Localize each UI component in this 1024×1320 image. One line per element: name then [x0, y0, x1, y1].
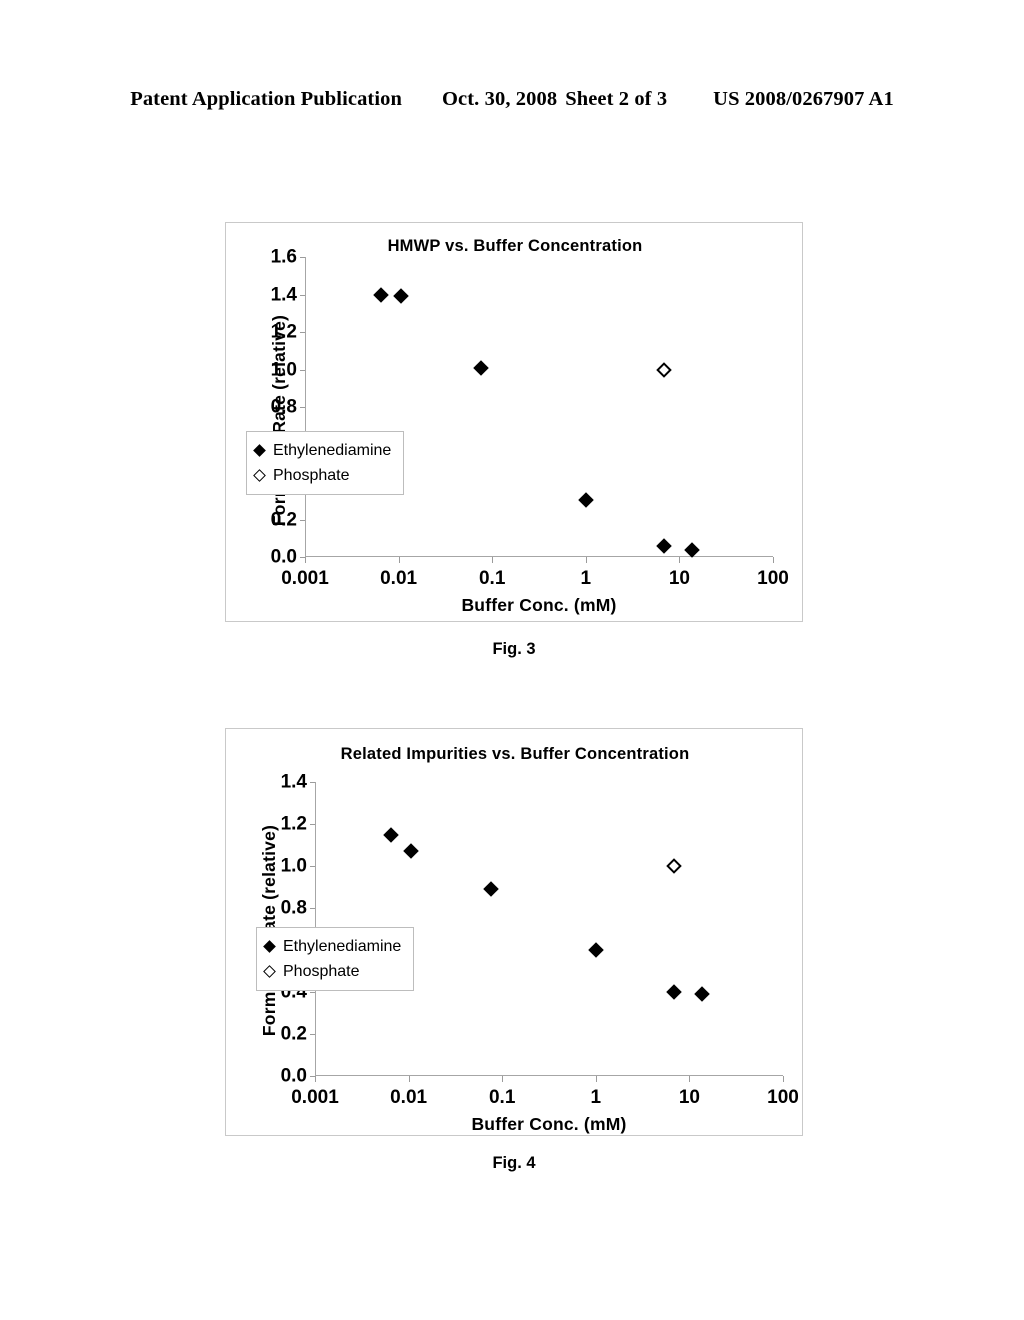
- chart-title: Related Impurities vs. Buffer Concentrat…: [340, 745, 690, 763]
- x-axis-tick: [595, 1076, 597, 1082]
- x-axis-title: Buffer Conc. (mM): [461, 595, 617, 615]
- chart-legend: Ethylenediamine Phosphate: [256, 927, 415, 991]
- y-axis-tick: [300, 257, 305, 258]
- data-point-phosphate: [665, 858, 682, 874]
- y-axis-tick: [300, 369, 305, 371]
- data-point-ethylenediamine: [578, 492, 594, 508]
- x-axis-tick: [492, 557, 494, 563]
- x-axis-tick: [585, 557, 587, 563]
- x-axis-tick: [679, 557, 681, 563]
- chart-frame-hmwp: HMWP vs. Buffer Concentration Buffer Con…: [225, 222, 803, 622]
- x-axis-tick-label: 0.01: [380, 568, 418, 589]
- data-point-ethylenediamine: [402, 843, 419, 860]
- x-axis-tick: [783, 1076, 784, 1082]
- x-axis-tick-label: 100: [757, 568, 789, 589]
- y-axis-tick: [310, 1034, 315, 1035]
- y-axis-tick: [310, 824, 315, 825]
- x-axis-tick-label: 10: [668, 568, 690, 589]
- data-point-ethylenediamine: [482, 881, 499, 897]
- y-axis-tick-label: 0.2: [280, 1023, 307, 1045]
- data-point-ethylenediamine: [383, 826, 399, 843]
- data-point-ethylenediamine: [693, 986, 710, 1002]
- legend-item-phosphate: Phosphate: [263, 959, 401, 984]
- header-date-label: Oct. 30, 2008: [442, 88, 558, 110]
- page-header: Patent Application Publication Oct. 30, …: [0, 88, 1024, 118]
- x-axis-tick-label: 0.1: [488, 1087, 516, 1108]
- y-axis-tick-label: 1.4: [280, 771, 307, 793]
- figure-3: HMWP vs. Buffer Concentration Buffer Con…: [225, 222, 803, 659]
- figure-caption: Fig. 4: [492, 1154, 536, 1172]
- y-axis-tick-label: 0.8: [280, 897, 307, 919]
- y-axis-tick-label: 1.2: [280, 813, 307, 835]
- x-axis-tick-label: 0.001: [291, 1087, 339, 1108]
- header-publication-label: Patent Application Publication: [130, 88, 403, 110]
- x-axis-tick: [408, 1076, 410, 1082]
- data-point-ethylenediamine: [665, 984, 682, 1000]
- legend-item-phosphate: Phosphate: [253, 463, 391, 488]
- x-axis-tick: [398, 557, 400, 563]
- chart-legend: Ethylenediamine Phosphate: [246, 431, 405, 495]
- legend-label: Ethylenediamine: [273, 441, 392, 459]
- filled-diamond-icon: [263, 940, 276, 953]
- y-axis-tick: [300, 294, 305, 296]
- x-axis-tick: [502, 1076, 504, 1082]
- x-axis-tick-label: 0.01: [390, 1087, 428, 1108]
- y-axis-tick: [300, 332, 305, 333]
- x-axis-tick-label: 1: [580, 568, 592, 589]
- x-axis-tick-label: 0.1: [478, 568, 506, 589]
- header-sheet-label: Sheet 2 of 3: [565, 88, 668, 110]
- x-axis-tick: [689, 1076, 691, 1082]
- data-point-ethylenediamine: [588, 942, 604, 958]
- x-axis-line: [315, 1075, 783, 1076]
- x-axis-tick: [773, 557, 774, 563]
- y-axis-tick: [300, 519, 305, 521]
- figure-caption: Fig. 3: [492, 640, 536, 658]
- open-diamond-icon: [253, 469, 266, 482]
- y-axis-tick: [310, 908, 315, 909]
- legend-label: Phosphate: [283, 962, 360, 980]
- y-axis-tick: [310, 782, 315, 783]
- y-axis-tick-label: 0.0: [270, 546, 297, 568]
- y-axis-tick-label: 0.0: [280, 1065, 307, 1087]
- data-point-ethylenediamine: [392, 288, 409, 305]
- data-point-ethylenediamine: [655, 537, 672, 554]
- legend-item-ethylenediamine: Ethylenediamine: [263, 934, 402, 959]
- legend-item-ethylenediamine: Ethylenediamine: [253, 438, 392, 463]
- data-point-ethylenediamine: [373, 286, 389, 303]
- y-axis-tick-label: 1.0: [280, 855, 307, 877]
- data-point-phosphate: [655, 361, 672, 378]
- data-point-ethylenediamine: [683, 541, 700, 558]
- x-axis-tick: [305, 557, 306, 563]
- figure-4: Related Impurities vs. Buffer Concentrat…: [225, 728, 803, 1173]
- x-axis-line: [305, 556, 773, 557]
- x-axis-tick: [315, 1076, 316, 1082]
- y-axis-tick-label: 1.4: [270, 284, 297, 305]
- y-axis-tick: [310, 992, 315, 993]
- chart-title: HMWP vs. Buffer Concentration: [387, 237, 643, 255]
- x-axis-tick-label: 10: [678, 1087, 700, 1108]
- y-axis-line: [305, 257, 306, 557]
- x-axis-tick-label: 1: [590, 1087, 602, 1108]
- data-point-ethylenediamine: [472, 359, 489, 376]
- header-publication-number: US 2008/0267907 A1: [713, 88, 894, 110]
- chart-frame-related-impurities: Related Impurities vs. Buffer Concentrat…: [225, 728, 803, 1136]
- y-axis-tick: [310, 866, 315, 867]
- legend-label: Ethylenediamine: [283, 937, 402, 955]
- plot-area: Buffer Conc. (mM) 0.00.20.40.60.81.01.21…: [271, 248, 789, 616]
- y-axis-tick: [300, 407, 305, 408]
- x-axis-tick-label: 0.001: [281, 568, 329, 589]
- x-axis-title: Buffer Conc. (mM): [471, 1114, 627, 1134]
- x-axis-tick-label: 100: [767, 1087, 799, 1108]
- filled-diamond-icon: [253, 444, 266, 457]
- legend-label: Phosphate: [273, 466, 350, 484]
- open-diamond-icon: [263, 965, 276, 978]
- y-axis-tick-label: 1.6: [270, 246, 297, 268]
